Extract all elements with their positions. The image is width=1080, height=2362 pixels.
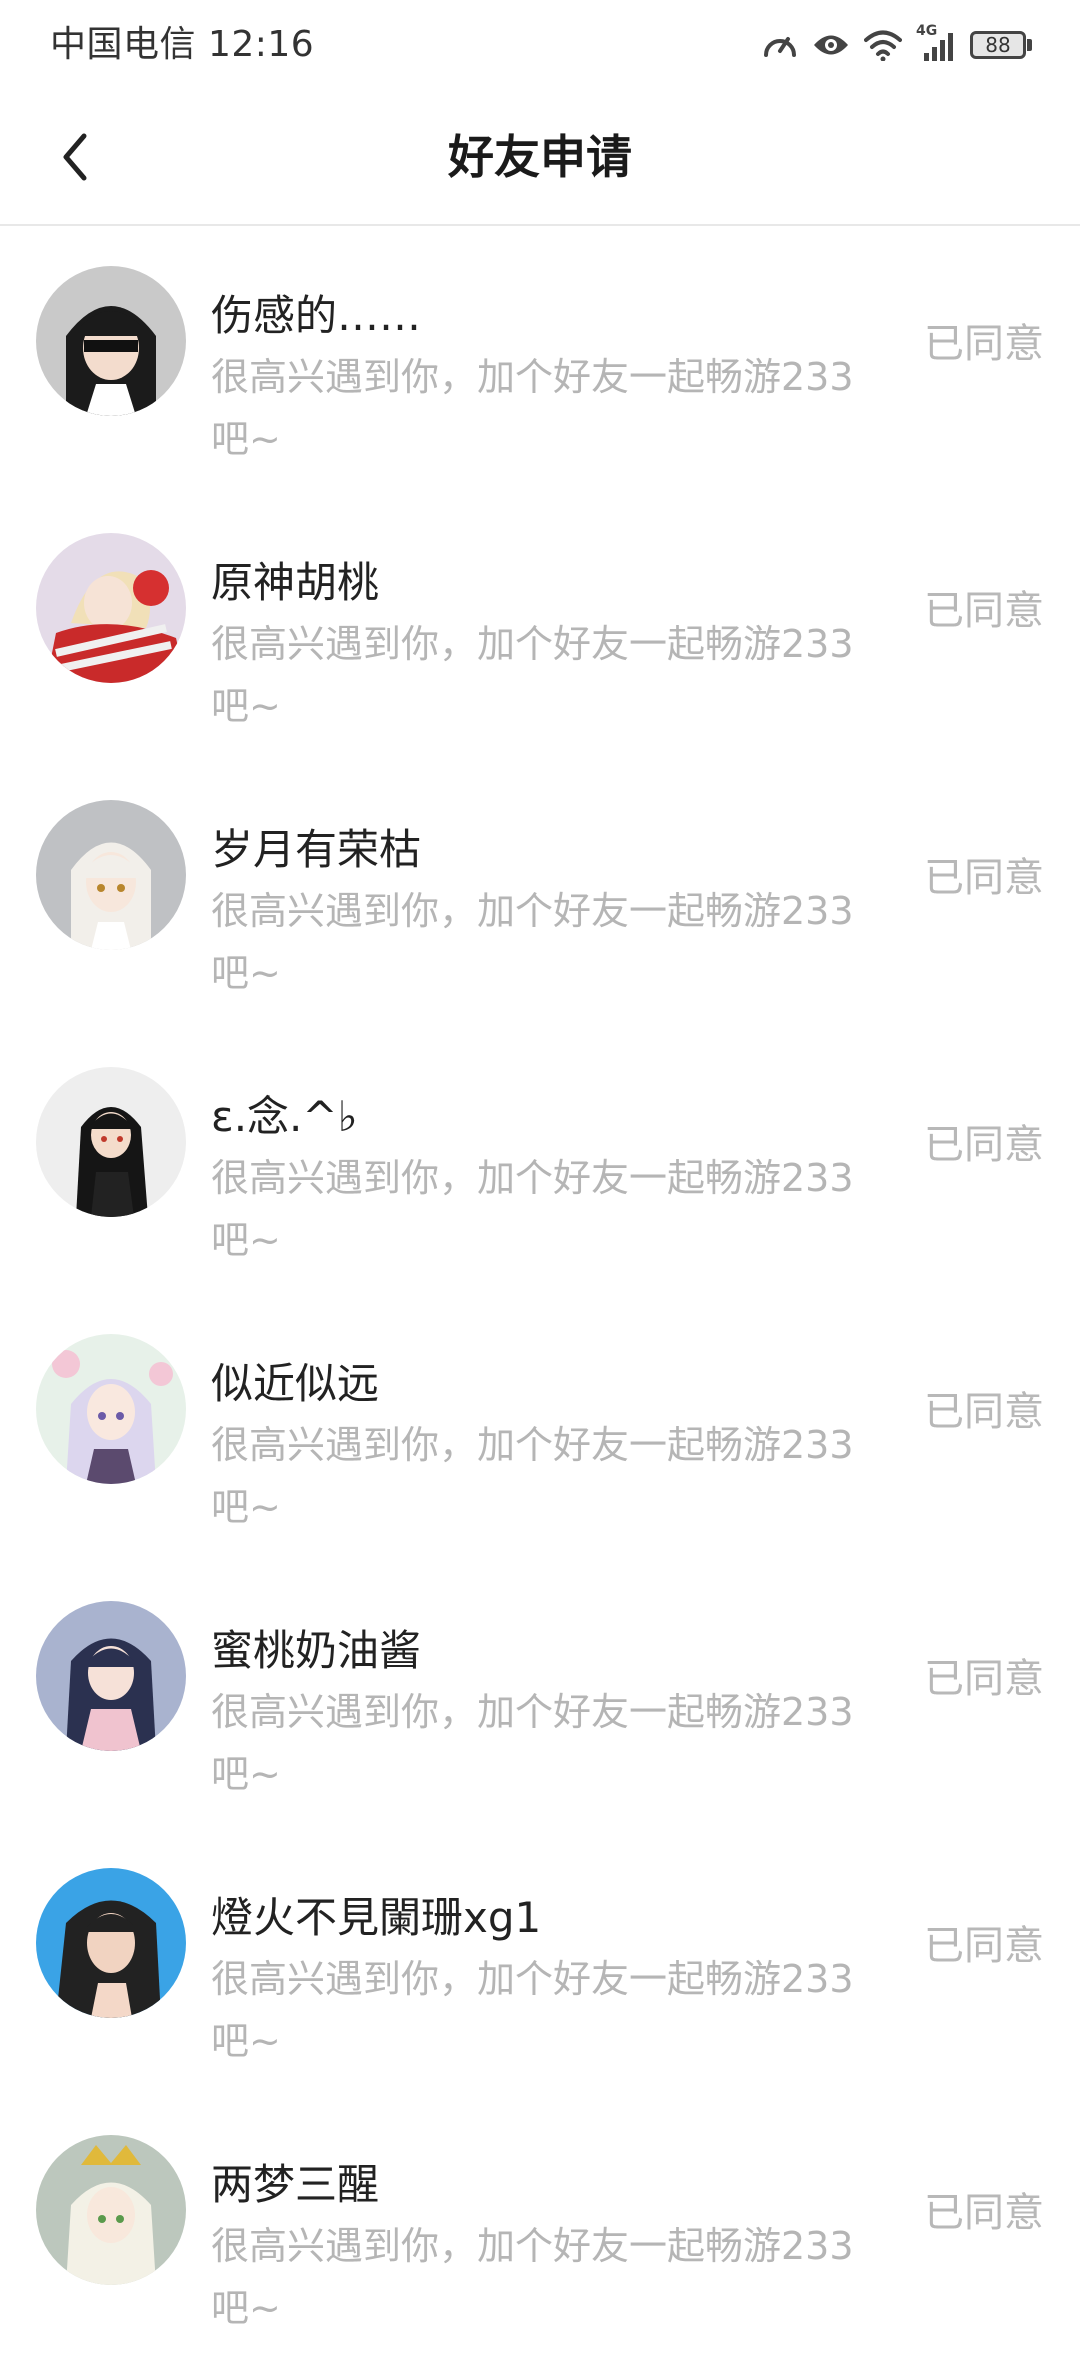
battery-icon: 88 bbox=[970, 31, 1032, 59]
status-icons: 4G 88 bbox=[762, 20, 1032, 70]
wifi-icon bbox=[864, 29, 902, 61]
nickname: 伤感的…… bbox=[211, 291, 422, 340]
status-agreed: 已同意 bbox=[924, 1122, 1044, 1168]
nickname: 原神胡桃 bbox=[211, 558, 380, 607]
status-agreed: 已同意 bbox=[924, 2190, 1044, 2236]
network-type: 4G bbox=[916, 23, 938, 39]
friend-request-item[interactable]: 两梦三醒 很高兴遇到你，加个好友一起畅游233吧~ 已同意 bbox=[0, 2095, 1080, 2362]
status-agreed: 已同意 bbox=[924, 855, 1044, 901]
request-message: 很高兴遇到你，加个好友一起畅游233吧~ bbox=[211, 1690, 854, 1796]
avatar[interactable] bbox=[36, 2135, 186, 2285]
avatar[interactable] bbox=[36, 800, 186, 950]
nickname: 似近似远 bbox=[211, 1359, 380, 1408]
status-agreed: 已同意 bbox=[924, 1389, 1044, 1435]
signal-icon: 4G bbox=[916, 23, 956, 63]
status-agreed: 已同意 bbox=[924, 1923, 1044, 1969]
avatar[interactable] bbox=[36, 266, 186, 416]
navigation-bar: 好友申请 bbox=[0, 90, 1080, 226]
avatar[interactable] bbox=[36, 1868, 186, 2018]
speedometer-icon bbox=[762, 29, 798, 61]
request-message: 很高兴遇到你，加个好友一起畅游233吧~ bbox=[211, 622, 854, 728]
friend-request-item[interactable]: 岁月有荣枯 很高兴遇到你，加个好友一起畅游233吧~ 已同意 bbox=[0, 760, 1080, 1027]
status-bar: 中国电信 12:16 4G 88 bbox=[0, 0, 1080, 90]
status-agreed: 已同意 bbox=[924, 321, 1044, 367]
nickname: 蜜桃奶油酱 bbox=[211, 1626, 422, 1675]
clock-time: 12:16 bbox=[207, 24, 315, 65]
eye-icon bbox=[812, 32, 850, 58]
friend-request-list: 伤感的…… 很高兴遇到你，加个好友一起畅游233吧~ 已同意 原神胡桃 很高兴遇… bbox=[0, 226, 1080, 2362]
avatar[interactable] bbox=[36, 533, 186, 683]
request-message: 很高兴遇到你，加个好友一起畅游233吧~ bbox=[211, 889, 854, 995]
status-agreed: 已同意 bbox=[924, 1656, 1044, 1702]
friend-request-item[interactable]: ε.念.^♭ 很高兴遇到你，加个好友一起畅游233吧~ 已同意 bbox=[0, 1027, 1080, 1294]
nickname: 两梦三醒 bbox=[211, 2160, 380, 2209]
avatar[interactable] bbox=[36, 1334, 186, 1484]
friend-request-item[interactable]: 伤感的…… 很高兴遇到你，加个好友一起畅游233吧~ 已同意 bbox=[0, 226, 1080, 493]
page-title: 好友申请 bbox=[448, 130, 632, 184]
battery-cap bbox=[1027, 39, 1032, 51]
friend-request-item[interactable]: 蜜桃奶油酱 很高兴遇到你，加个好友一起畅游233吧~ 已同意 bbox=[0, 1561, 1080, 1828]
battery-level: 88 bbox=[970, 31, 1026, 59]
carrier-name: 中国电信 bbox=[50, 24, 197, 65]
avatar[interactable] bbox=[36, 1067, 186, 1217]
friend-request-item[interactable]: 原神胡桃 很高兴遇到你，加个好友一起畅游233吧~ 已同意 bbox=[0, 493, 1080, 760]
request-message: 很高兴遇到你，加个好友一起畅游233吧~ bbox=[211, 2224, 854, 2330]
nickname: 燈火不見闌珊xg1 bbox=[211, 1893, 542, 1942]
avatar[interactable] bbox=[36, 1601, 186, 1751]
request-message: 很高兴遇到你，加个好友一起畅游233吧~ bbox=[211, 355, 854, 461]
nickname: ε.念.^♭ bbox=[211, 1092, 358, 1141]
friend-request-item[interactable]: 燈火不見闌珊xg1 很高兴遇到你，加个好友一起畅游233吧~ 已同意 bbox=[0, 1828, 1080, 2095]
nickname: 岁月有荣枯 bbox=[211, 825, 422, 874]
request-message: 很高兴遇到你，加个好友一起畅游233吧~ bbox=[211, 1957, 854, 2063]
status-agreed: 已同意 bbox=[924, 588, 1044, 634]
friend-request-item[interactable]: 似近似远 很高兴遇到你，加个好友一起畅游233吧~ 已同意 bbox=[0, 1294, 1080, 1561]
carrier-time: 中国电信 12:16 bbox=[50, 18, 314, 72]
request-message: 很高兴遇到你，加个好友一起畅游233吧~ bbox=[211, 1156, 854, 1262]
request-message: 很高兴遇到你，加个好友一起畅游233吧~ bbox=[211, 1423, 854, 1529]
